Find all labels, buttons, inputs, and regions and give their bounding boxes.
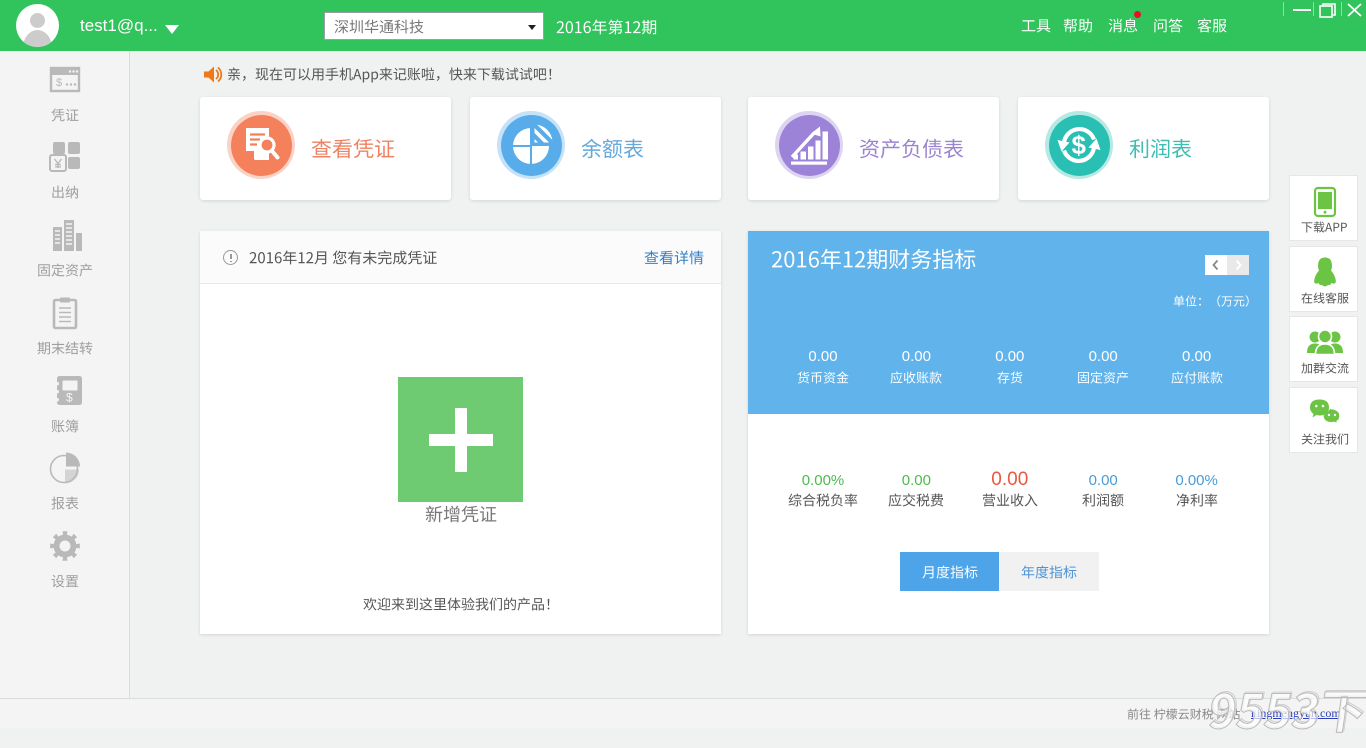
svg-text:$: $ — [66, 391, 73, 405]
svg-text:$: $ — [56, 77, 62, 89]
svg-text:$: $ — [1072, 130, 1087, 160]
